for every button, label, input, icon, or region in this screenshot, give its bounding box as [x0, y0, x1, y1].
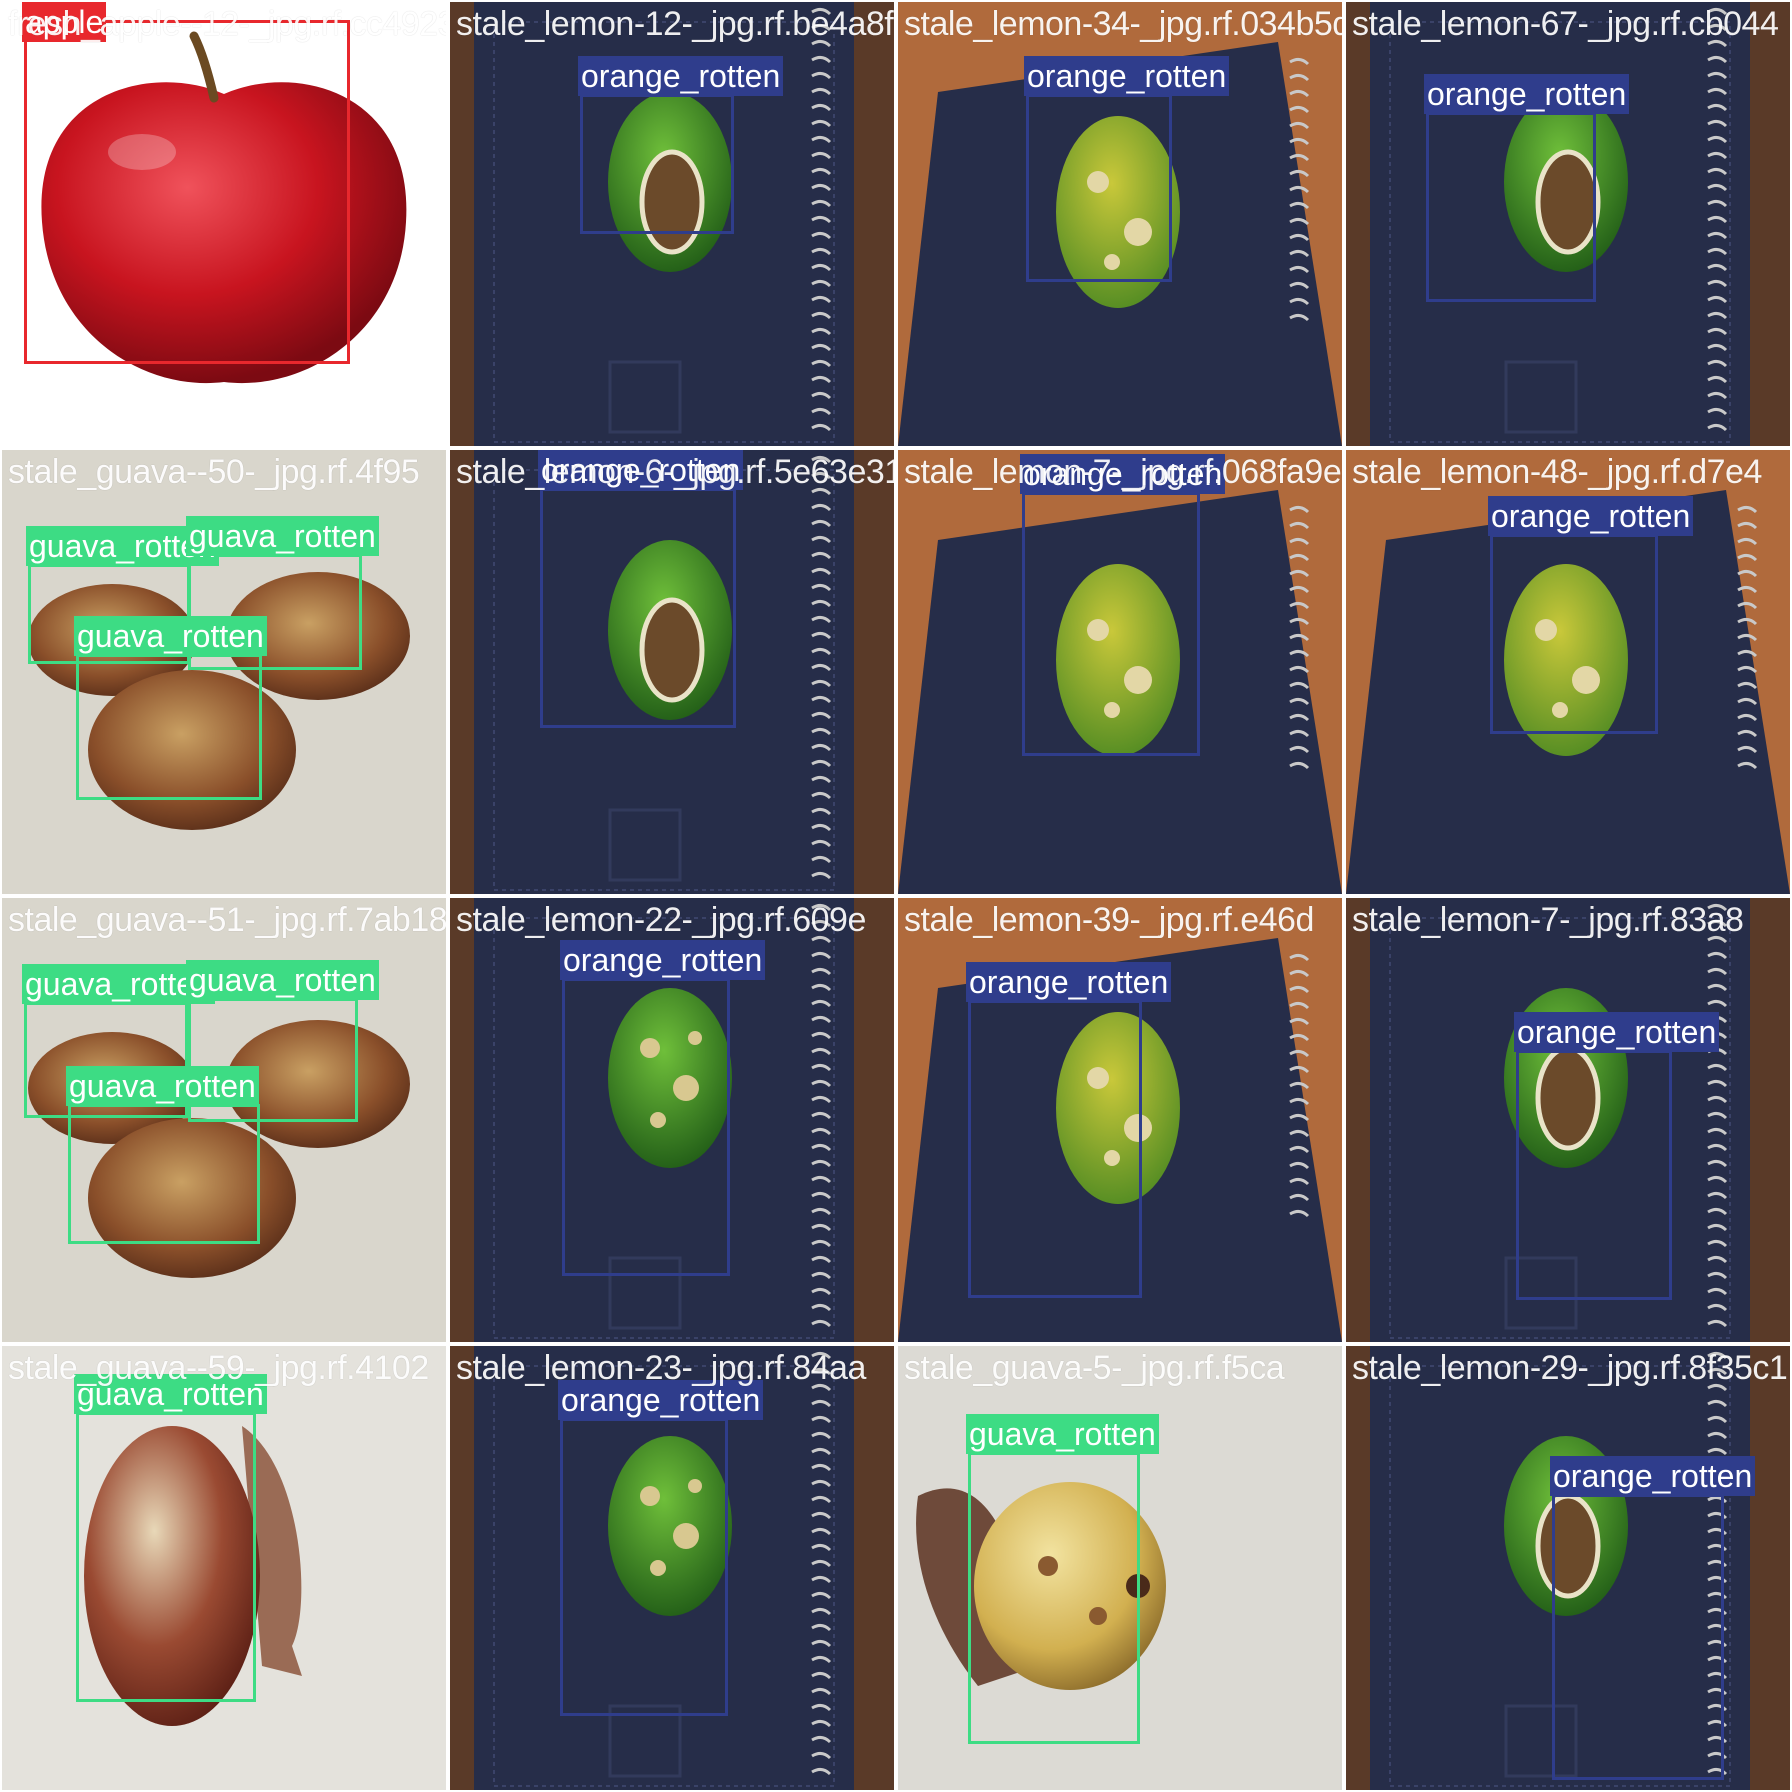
detection-label: guava_rotten [74, 616, 267, 656]
image-tile: applefresh_apple--12-_jpg.rf.cc492389b4d… [0, 0, 448, 448]
bounding-box [540, 488, 736, 728]
image-tile: orange_rotten stale_lemon-34-_jpg.rf.034b… [896, 0, 1344, 448]
bounding-box [1426, 112, 1596, 302]
detection-label: orange_rotten [538, 450, 744, 490]
bounding-box [24, 20, 350, 364]
detection-label: orange_rotten [1424, 74, 1630, 114]
detection-label: orange_rotten [1514, 1012, 1720, 1052]
image-tile: guava_rotten stale_guava--59-_jpg.rf.4102 [0, 1344, 448, 1792]
detection-label: orange_rotten [558, 1380, 764, 1420]
bounding-box [76, 1412, 256, 1702]
image-tile: orange_rotten stale_lemon-7-_jpg.rf.83a8 [1344, 896, 1792, 1344]
image-tile: orange_rotten stale_lemon-7-_jpg.rf.068fa… [896, 448, 1344, 896]
detection-label: orange_rotten [1020, 454, 1226, 494]
bounding-box [1552, 1494, 1724, 1780]
bounding-box [968, 1000, 1142, 1298]
detection-label: guava_rotten [186, 516, 379, 556]
detection-label: guava_rotten [186, 960, 379, 1000]
bounding-box [562, 978, 730, 1276]
bounding-box [1026, 94, 1172, 282]
detection-label: orange_rotten [1550, 1456, 1756, 1496]
detection-label: orange_rotten [966, 962, 1172, 1002]
image-tile: guava_rotten stale_guava-5-_jpg.rf.f5ca [896, 1344, 1344, 1792]
bounding-box [968, 1452, 1140, 1744]
image-tile: orange_rotten stale_lemon-29-_jpg.rf.8f35… [1344, 1344, 1792, 1792]
bounding-box [1490, 534, 1658, 734]
detection-mosaic: applefresh_apple--12-_jpg.rf.cc492389b4d… [0, 0, 1792, 1792]
detection-label: guava_rotten [74, 1374, 267, 1414]
image-tile: guava_rotten guava_rotten guava_rotten stal… [0, 896, 448, 1344]
image-tile: orange_rotten stale_lemon-6-_jpg.rf.5e63e… [448, 448, 896, 896]
bounding-box [580, 94, 734, 234]
image-tile: orange_rotten stale_lemon-67-_jpg.rf.cb04… [1344, 0, 1792, 448]
detection-label: guava_rotten [966, 1414, 1159, 1454]
detection-label: orange_rotten [578, 56, 784, 96]
image-tile: guava_rotten guava_rotten guava_rotten stal… [0, 448, 448, 896]
image-tile: orange_rotten stale_lemon-12-_jpg.rf.be4a… [448, 0, 896, 448]
bounding-box [76, 654, 262, 800]
detection-label: orange_rotten [1024, 56, 1230, 96]
image-tile: orange_rotten stale_lemon-23-_jpg.rf.84aa [448, 1344, 896, 1792]
detection-label: orange_rotten [1488, 496, 1694, 536]
image-tile: orange_rotten stale_lemon-39-_jpg.rf.e46d [896, 896, 1344, 1344]
bounding-box [68, 1104, 260, 1244]
detection-label: orange_rotten [560, 940, 766, 980]
bounding-box [1516, 1050, 1672, 1300]
bounding-box [560, 1418, 728, 1716]
image-tile: orange_rotten stale_lemon-22-_jpg.rf.609e [448, 896, 896, 1344]
bounding-box [1022, 492, 1200, 756]
detection-label: guava_rotten [66, 1066, 259, 1106]
detection-label: apple [22, 2, 107, 42]
image-tile: orange_rotten stale_lemon-48-_jpg.rf.d7e4 [1344, 448, 1792, 896]
